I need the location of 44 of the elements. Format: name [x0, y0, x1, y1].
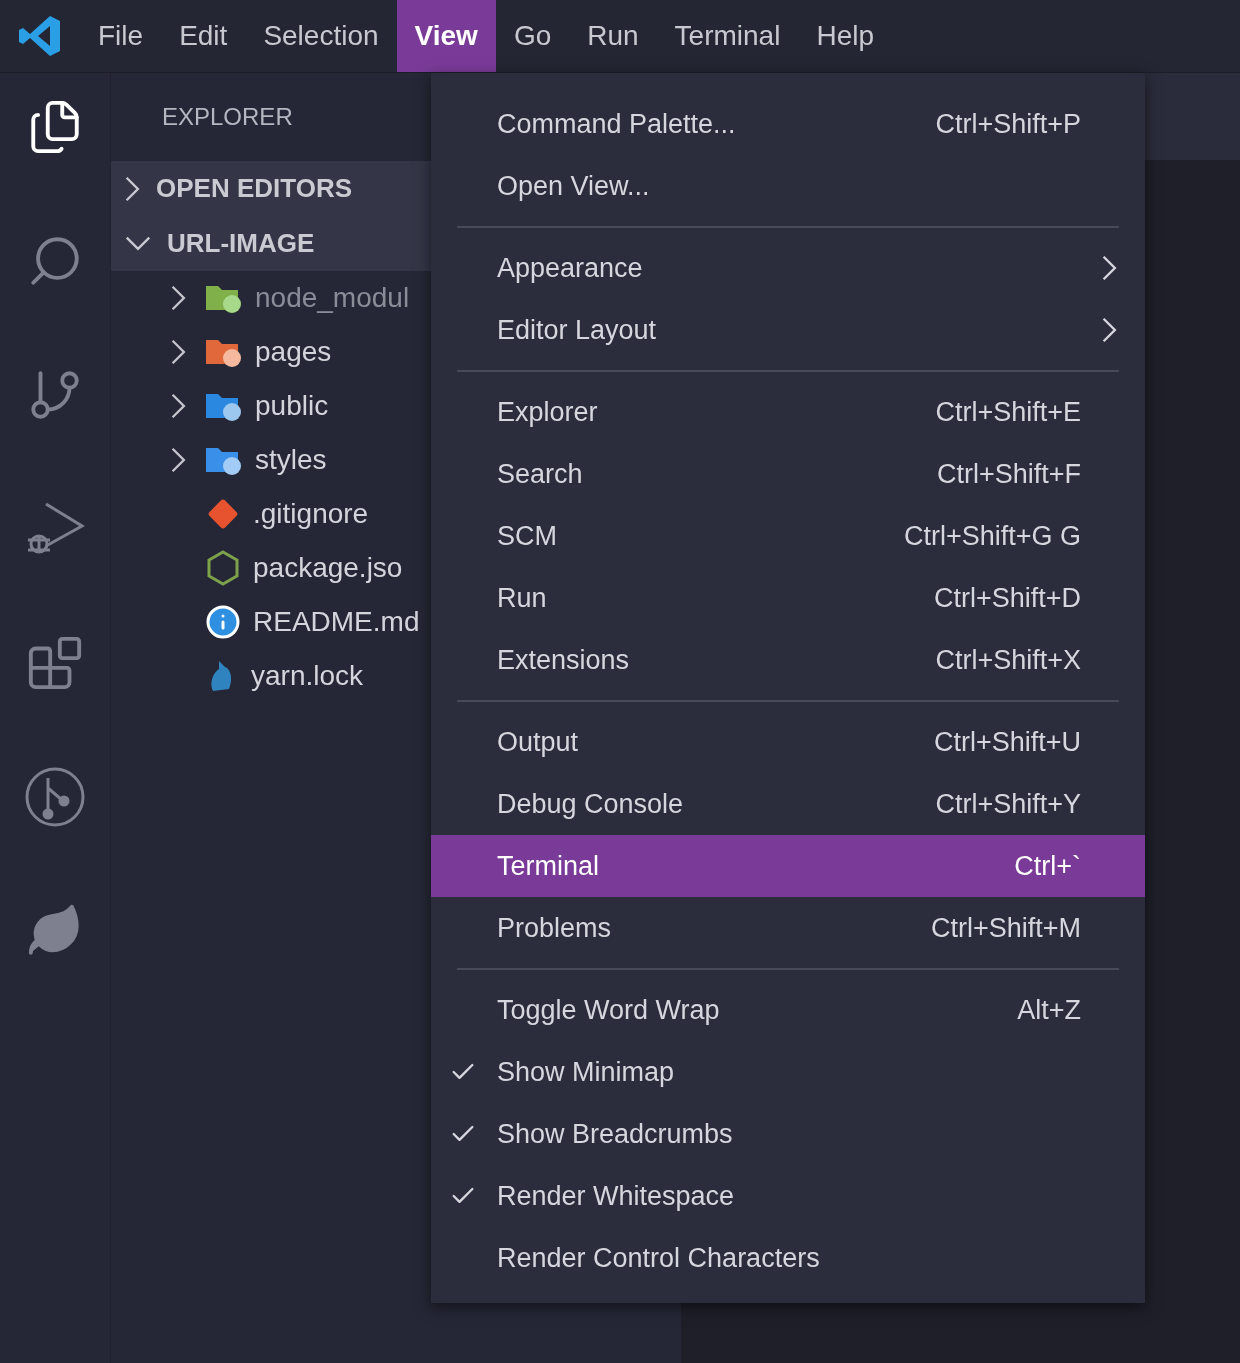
- menu-item[interactable]: Problems Ctrl+Shift+M: [431, 897, 1145, 959]
- file-name[interactable]: styles: [255, 444, 327, 476]
- menu-item[interactable]: Terminal Ctrl+`: [431, 835, 1145, 897]
- info-icon: [205, 604, 241, 640]
- menu-item[interactable]: Toggle Word Wrap Alt+Z: [431, 979, 1145, 1041]
- file-name[interactable]: .gitignore: [253, 498, 369, 530]
- extensions-icon[interactable]: [26, 634, 84, 692]
- menu-item[interactable]: Command Palette... Ctrl+Shift+P: [431, 93, 1145, 155]
- explorer-title: EXPLORER: [162, 103, 293, 131]
- file-name[interactable]: package.jso: [253, 552, 403, 584]
- hexagon-icon: [205, 550, 241, 586]
- menu-item[interactable]: Show Breadcrumbs: [431, 1103, 1145, 1165]
- chevron-right-icon[interactable]: [170, 447, 186, 473]
- commit-graph-icon[interactable]: [24, 766, 86, 828]
- file-name[interactable]: public: [255, 390, 329, 422]
- menu-item[interactable]: Extensions Ctrl+Shift+X: [431, 629, 1145, 691]
- chevron-right-icon[interactable]: [170, 393, 186, 419]
- menu-title[interactable]: Help: [798, 0, 892, 72]
- chevron-right-icon[interactable]: [170, 339, 186, 365]
- menu-item[interactable]: Run Ctrl+Shift+D: [431, 567, 1145, 629]
- menu-title[interactable]: Run: [569, 0, 657, 72]
- menu-item[interactable]: Render Whitespace: [431, 1165, 1145, 1227]
- menu-title[interactable]: Terminal: [656, 0, 799, 72]
- menu-title[interactable]: Selection: [245, 0, 397, 72]
- menu-item[interactable]: Debug Console Ctrl+Shift+Y: [431, 773, 1145, 835]
- file-name[interactable]: pages: [255, 336, 332, 368]
- menu-title[interactable]: File: [80, 0, 162, 72]
- chevron-right-icon[interactable]: [170, 285, 186, 311]
- menu-item[interactable]: SCM Ctrl+Shift+G G: [431, 505, 1145, 567]
- menu-title[interactable]: Go: [495, 0, 570, 72]
- menu-item[interactable]: Show Minimap: [431, 1041, 1145, 1103]
- section-label: URL-IMAGE: [167, 228, 315, 259]
- editor-logo-icon: [18, 14, 62, 58]
- menu-item[interactable]: Explorer Ctrl+Shift+E: [431, 381, 1145, 443]
- file-name[interactable]: yarn.lock: [251, 660, 364, 692]
- menu-title[interactable]: View: [396, 0, 496, 72]
- menu-item[interactable]: Render Control Characters: [431, 1227, 1145, 1289]
- menu-item[interactable]: Search Ctrl+Shift+F: [431, 443, 1145, 505]
- menu-item[interactable]: Editor Layout: [431, 299, 1145, 361]
- file-name[interactable]: README.md: [253, 606, 420, 638]
- menu-item[interactable]: Output Ctrl+Shift+U: [431, 711, 1145, 773]
- file-name[interactable]: node_modul: [255, 282, 410, 314]
- section-label: OPEN EDITORS: [156, 173, 352, 204]
- menu-title[interactable]: Edit: [161, 0, 246, 72]
